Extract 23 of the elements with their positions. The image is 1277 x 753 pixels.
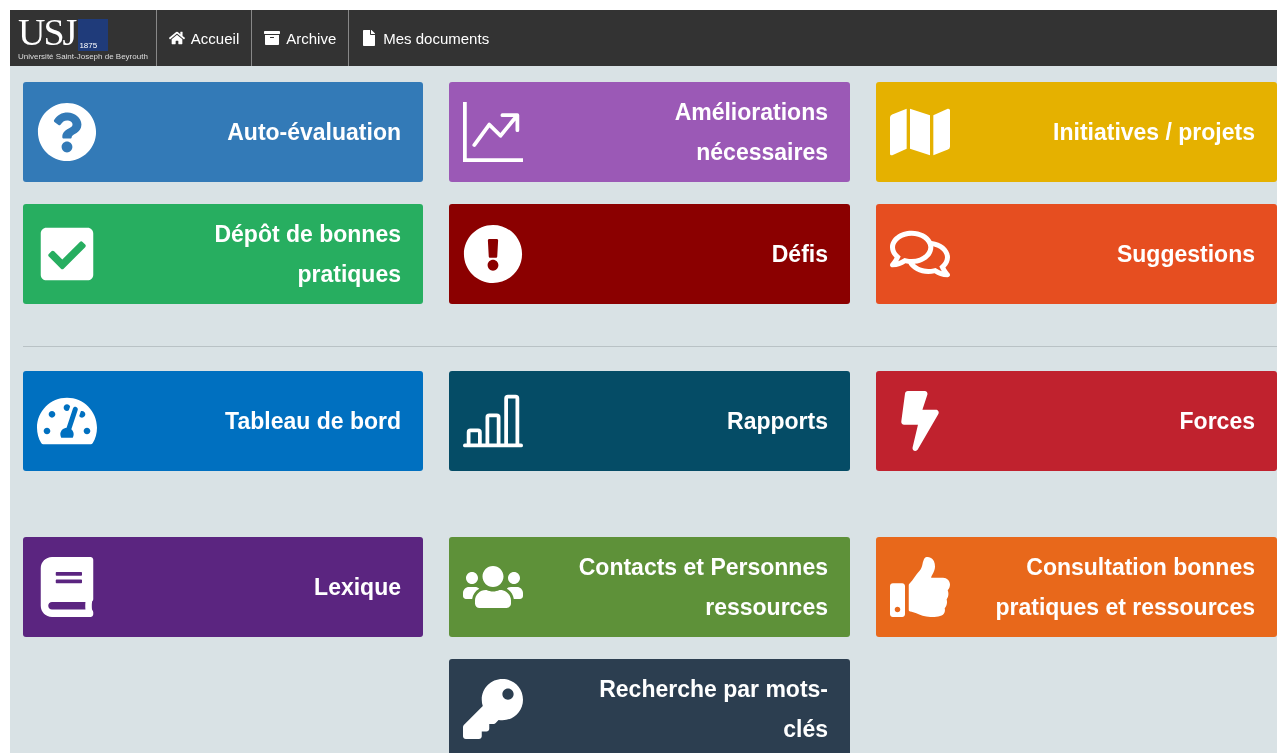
menu-tile[interactable]: Tableau de bord (23, 371, 423, 471)
line-chart-icon (463, 102, 523, 162)
home-icon (168, 30, 185, 46)
nav-link[interactable]: Mes documents (349, 10, 502, 66)
key-icon (463, 679, 523, 739)
question-icon (37, 102, 97, 162)
menu-tile[interactable]: Suggestions (876, 204, 1277, 304)
menu-tile[interactable]: Rapports (449, 371, 850, 471)
menu-tile[interactable]: Auto-évaluation (23, 82, 423, 182)
menu-tile[interactable]: Forces (876, 371, 1277, 471)
exclamation-icon (463, 224, 523, 284)
archive-icon (264, 30, 281, 46)
logo-subtitle: Université Saint-Joseph de Beyrouth (18, 52, 148, 61)
menu-tile[interactable]: Lexique (23, 537, 423, 637)
menu-tile[interactable]: Consultation bonnes pratiques et ressources (876, 537, 1277, 637)
thumbs-up-icon (890, 557, 950, 617)
menu-tile[interactable]: Améliorations nécessaires (449, 82, 850, 182)
logo-emblem: 1875 (78, 19, 109, 51)
menu-tile[interactable]: Défis (449, 204, 850, 304)
document-icon (361, 30, 378, 46)
logo-letters: USJ (18, 13, 76, 51)
menu-tile[interactable]: Contacts et Personnes ressources (449, 537, 850, 637)
menu-tile[interactable]: Recherche par mots-clés (449, 659, 850, 753)
